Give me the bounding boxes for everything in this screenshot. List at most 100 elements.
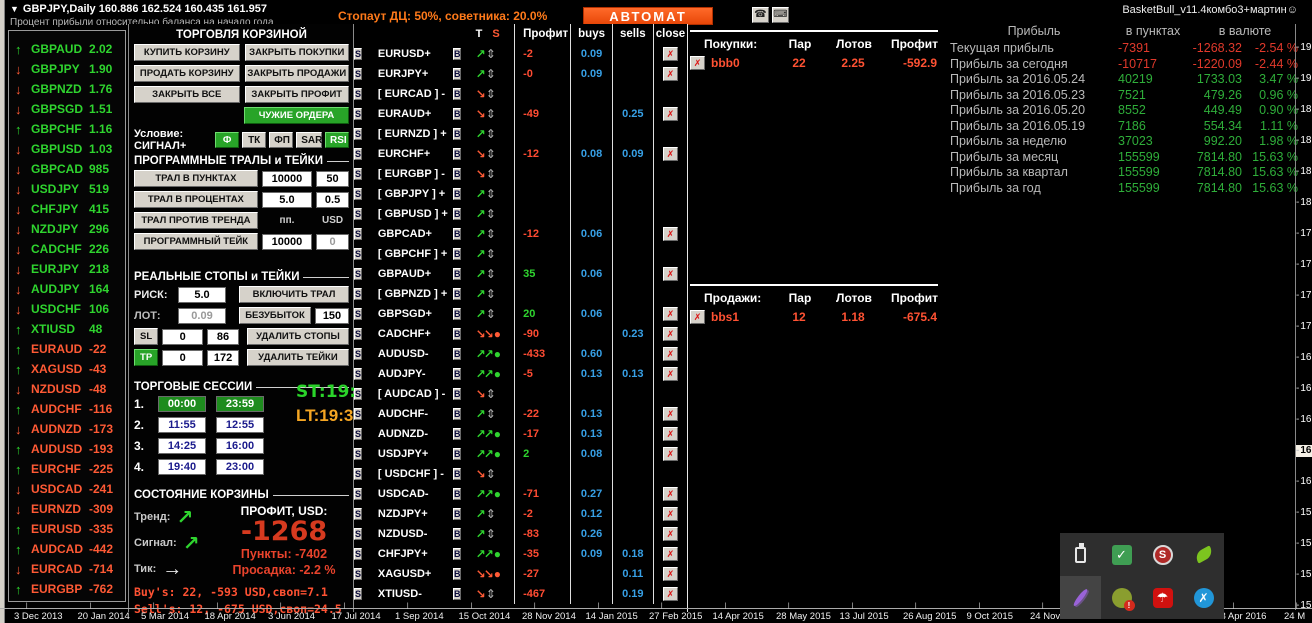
buy-pair-button[interactable]: B [452, 468, 462, 480]
buy-pair-button[interactable]: B [452, 188, 462, 200]
trail-percent-input-1[interactable]: 5.0 [261, 191, 313, 208]
tray-icon-cell[interactable]: ☂ [1142, 576, 1183, 619]
terminal-icon[interactable]: ⌨ [772, 7, 789, 23]
sell-pair-button[interactable]: S [354, 268, 363, 280]
sell-basket-button[interactable]: ПРОДАТЬ КОРЗИНУ [134, 65, 240, 82]
trail-percent-button[interactable]: ТРАЛ В ПРОЦЕНТАХ [134, 191, 258, 208]
session-from-input[interactable]: 11:55 [158, 417, 206, 433]
tray-icon-cell[interactable] [1183, 533, 1224, 576]
sell-pair-button[interactable]: S [354, 368, 363, 380]
buy-pair-button[interactable]: B [452, 528, 462, 540]
sell-pair-button[interactable]: S [354, 488, 363, 500]
buy-pair-button[interactable]: B [452, 428, 462, 440]
program-take-input-2[interactable]: 0 [316, 233, 349, 250]
close-all-button[interactable]: ЗАКРЫТЬ ВСЕ [134, 86, 240, 103]
close-pair-button[interactable]: ✗ [662, 227, 678, 241]
sell-pair-button[interactable]: S [354, 248, 363, 260]
close-pair-button[interactable]: ✗ [662, 67, 678, 81]
trail-counter-trend-button[interactable]: ТРАЛ ПРОТИВ ТРЕНДА [134, 212, 258, 229]
buy-pair-button[interactable]: B [452, 228, 462, 240]
close-pair-button[interactable]: ✗ [662, 447, 678, 461]
close-buys-button[interactable]: ЗАКРЫТЬ ПОКУПКИ [244, 44, 349, 61]
sell-pair-button[interactable]: S [354, 148, 363, 160]
tray-icon-cell[interactable] [1060, 533, 1101, 576]
buy-pair-button[interactable]: B [452, 88, 462, 100]
signal-toggle-button[interactable]: RSI [325, 132, 349, 148]
buy-pair-button[interactable]: B [452, 148, 462, 160]
sell-pair-button[interactable]: S [354, 408, 363, 420]
sell-pair-button[interactable]: S [354, 348, 363, 360]
buy-pair-button[interactable]: B [452, 168, 462, 180]
close-sells-button[interactable]: ЗАКРЫТЬ ПРОДАЖИ [244, 65, 349, 82]
signal-toggle-button[interactable]: SAR [296, 132, 322, 148]
close-pair-button[interactable]: ✗ [662, 587, 678, 601]
close-buys-basket-button[interactable]: ✗ [690, 56, 705, 70]
phone-icon[interactable]: ☎ [752, 7, 769, 23]
close-pair-button[interactable]: ✗ [662, 547, 678, 561]
close-pair-button[interactable]: ✗ [662, 427, 678, 441]
close-pair-button[interactable]: ✗ [662, 107, 678, 121]
session-from-input[interactable]: 14:25 [158, 438, 206, 454]
sl-button[interactable]: SL [134, 328, 159, 345]
buy-pair-button[interactable]: B [452, 268, 462, 280]
close-pair-button[interactable]: ✗ [662, 507, 678, 521]
close-pair-button[interactable]: ✗ [662, 47, 678, 61]
buy-pair-button[interactable]: B [452, 408, 462, 420]
sell-pair-button[interactable]: S [354, 548, 363, 560]
sell-pair-button[interactable]: S [354, 328, 363, 340]
sell-pair-button[interactable]: S [354, 208, 363, 220]
close-pair-button[interactable]: ✗ [662, 567, 678, 581]
sell-pair-button[interactable]: S [354, 128, 363, 140]
delete-takes-button[interactable]: УДАЛИТЬ ТЕЙКИ [246, 349, 349, 366]
buy-pair-button[interactable]: B [452, 368, 462, 380]
sell-pair-button[interactable]: S [354, 428, 363, 440]
breakeven-button[interactable]: БЕЗУБЫТОК [239, 307, 311, 324]
tp-input-2[interactable]: 172 [207, 349, 239, 366]
buy-pair-button[interactable]: B [452, 208, 462, 220]
program-take-button[interactable]: ПРОГРАММНЫЙ ТЕЙК [134, 233, 258, 250]
foreign-orders-button[interactable]: ЧУЖИЕ ОРДЕРА [244, 107, 349, 124]
sell-pair-button[interactable]: S [354, 168, 363, 180]
buy-pair-button[interactable]: B [452, 308, 462, 320]
trail-points-button[interactable]: ТРАЛ В ПУНКТАХ [134, 170, 258, 187]
sell-pair-button[interactable]: S [354, 508, 363, 520]
buy-pair-button[interactable]: B [452, 568, 462, 580]
buy-basket-button[interactable]: КУПИТЬ КОРЗИНУ [134, 44, 240, 61]
session-to-input[interactable]: 12:55 [216, 417, 264, 433]
sell-pair-button[interactable]: S [354, 588, 363, 600]
sell-pair-button[interactable]: S [354, 308, 363, 320]
close-profit-button[interactable]: ЗАКРЫТЬ ПРОФИТ [244, 86, 349, 103]
signal-toggle-button[interactable]: ФП [269, 132, 294, 148]
tray-icon-cell[interactable]: ✗ [1183, 576, 1224, 619]
buy-pair-button[interactable]: B [452, 388, 462, 400]
tray-icon-cell[interactable] [1060, 576, 1101, 619]
tp-button[interactable]: TP [134, 349, 159, 366]
close-pair-button[interactable]: ✗ [662, 267, 678, 281]
chevron-down-icon[interactable]: ▼ [10, 4, 19, 14]
sell-pair-button[interactable]: S [354, 228, 363, 240]
session-from-input[interactable]: 00:00 [158, 396, 206, 412]
tray-icon-cell[interactable] [1101, 576, 1142, 619]
buy-pair-button[interactable]: B [452, 488, 462, 500]
sell-pair-button[interactable]: S [354, 448, 363, 460]
tray-icon-cell[interactable]: S [1142, 533, 1183, 576]
sell-pair-button[interactable]: S [354, 68, 363, 80]
session-to-input[interactable]: 23:00 [216, 459, 264, 475]
buy-pair-button[interactable]: B [452, 448, 462, 460]
session-to-input[interactable]: 16:00 [216, 438, 264, 454]
buy-pair-button[interactable]: B [452, 588, 462, 600]
trail-points-input-1[interactable]: 10000 [261, 170, 313, 187]
close-pair-button[interactable]: ✗ [662, 147, 678, 161]
session-from-input[interactable]: 19:40 [158, 459, 206, 475]
buy-pair-button[interactable]: B [452, 348, 462, 360]
trail-points-input-2[interactable]: 50 [316, 170, 349, 187]
close-sells-basket-button[interactable]: ✗ [690, 310, 705, 324]
program-take-input-1[interactable]: 10000 [261, 233, 313, 250]
buy-pair-button[interactable]: B [452, 128, 462, 140]
sell-pair-button[interactable]: S [354, 288, 363, 300]
close-pair-button[interactable]: ✗ [662, 347, 678, 361]
sell-pair-button[interactable]: S [354, 48, 363, 60]
delete-stops-button[interactable]: УДАЛИТЬ СТОПЫ [246, 328, 349, 345]
sell-pair-button[interactable]: S [354, 188, 363, 200]
close-pair-button[interactable]: ✗ [662, 367, 678, 381]
